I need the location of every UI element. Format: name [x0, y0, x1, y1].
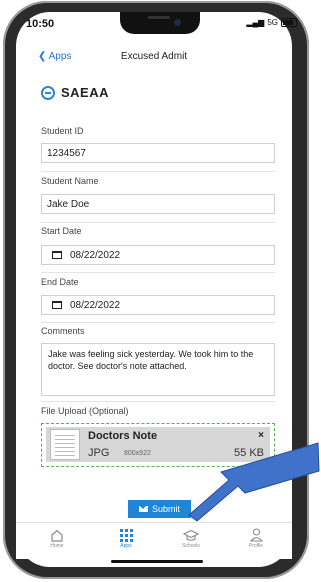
file-type: JPG: [88, 447, 110, 459]
divider: [41, 222, 275, 223]
start-date-label: Start Date: [41, 226, 82, 236]
student-name-label: Student Name: [41, 176, 99, 186]
pointer-arrow-icon: [188, 442, 320, 522]
comments-field[interactable]: Jake was feeling sick yesterday. We took…: [41, 343, 275, 396]
student-id-field[interactable]: 1234567: [41, 143, 275, 163]
divider: [41, 401, 275, 402]
brand-logo-icon: [41, 85, 55, 100]
brand-name: SAEAA: [61, 85, 110, 100]
end-date-field[interactable]: 08/22/2022: [41, 295, 275, 315]
file-thumbnail: [50, 429, 80, 460]
student-id-label: Student ID: [41, 126, 84, 136]
calendar-icon: [52, 301, 62, 309]
file-name: Doctors Note: [88, 430, 158, 442]
file-upload-label: File Upload (Optional): [41, 406, 129, 416]
student-name-field[interactable]: Jake Doe: [41, 194, 275, 214]
end-date-value: 08/22/2022: [70, 299, 121, 311]
home-icon: [32, 527, 82, 543]
divider: [41, 171, 275, 172]
divider: [41, 322, 275, 323]
tab-profile-label: Profile: [248, 543, 264, 549]
tab-apps-label: Apps: [120, 543, 132, 549]
tab-home[interactable]: Home: [32, 527, 82, 549]
file-dimensions: 800x922: [124, 450, 151, 457]
remove-file-button[interactable]: ×: [258, 430, 264, 441]
home-indicator: [111, 560, 203, 563]
grid-icon: [101, 527, 151, 543]
divider: [41, 272, 275, 273]
page-title: Excused Admit: [120, 51, 188, 62]
submit-label: Submit: [151, 504, 180, 514]
nav-bar: ❮ Apps Excused Admit: [16, 45, 292, 69]
start-date-field[interactable]: 08/22/2022: [41, 245, 275, 265]
phone-notch: [120, 12, 200, 34]
end-date-label: End Date: [41, 277, 79, 287]
start-date-value: 08/22/2022: [70, 249, 121, 261]
calendar-icon: [52, 251, 62, 259]
tab-home-label: Home: [50, 543, 64, 549]
tab-schools-label: Schools: [182, 543, 200, 549]
brand-header: SAEAA: [41, 85, 109, 100]
comments-label: Comments: [41, 326, 85, 336]
tab-apps[interactable]: Apps: [101, 527, 151, 549]
envelope-icon: [138, 506, 148, 512]
